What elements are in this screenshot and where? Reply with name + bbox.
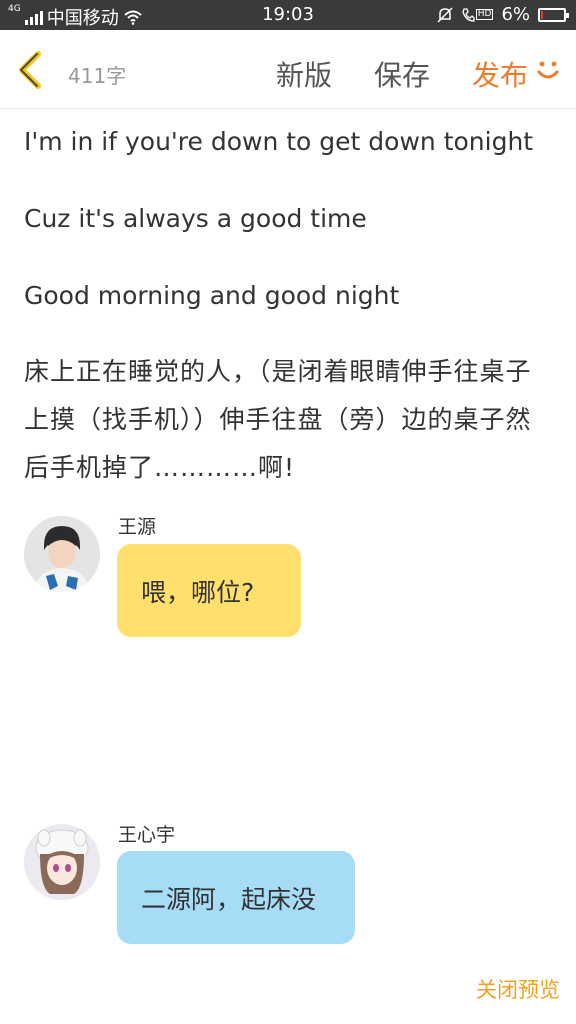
close-preview-button[interactable]: 关闭预览	[476, 974, 560, 1004]
publish-button[interactable]: 发布	[472, 54, 528, 94]
story-paragraph: I'm in if you're down to get down tonigh…	[24, 127, 534, 156]
boy-avatar-icon[interactable]	[24, 516, 100, 592]
story-paragraph: 床上正在睡觉的人，（是闭着眼睛伸手往桌子上摸（找手机））伸手往盘（旁）边的桌子然…	[24, 357, 532, 482]
chat-message: 喂，哪位?	[141, 577, 255, 607]
word-count: 411字	[68, 64, 127, 88]
story-paragraph: Good morning and good night	[24, 281, 400, 310]
anime-girl-avatar-icon[interactable]	[24, 824, 100, 900]
mute-bell-icon	[437, 6, 453, 23]
story-paragraph: Cuz it's always a good time	[24, 204, 367, 233]
sender-name: 王心宇	[118, 824, 176, 846]
status-bar: 4G 中国移动 19:03 HD 6%	[0, 0, 576, 30]
chat-bubble: 喂，哪位?	[117, 544, 301, 637]
hd-call-icon: HD	[461, 7, 494, 23]
new-version-button[interactable]: 新版	[276, 54, 332, 94]
chat-message: 二源阿，起床没	[141, 884, 317, 914]
battery-percent: 6%	[501, 4, 530, 25]
emoji-smile-icon[interactable]	[536, 58, 560, 84]
editor-header: 411字 新版 保存 发布	[0, 30, 576, 109]
back-arrow-icon[interactable]	[14, 50, 48, 90]
save-button[interactable]: 保存	[374, 54, 430, 94]
status-right: HD 6%	[437, 4, 569, 25]
battery-level	[541, 10, 543, 19]
hd-label: HD	[475, 9, 494, 20]
chat-bubble: 二源阿，起床没	[117, 851, 355, 944]
battery-icon	[538, 7, 569, 22]
sender-name: 王源	[118, 516, 157, 538]
